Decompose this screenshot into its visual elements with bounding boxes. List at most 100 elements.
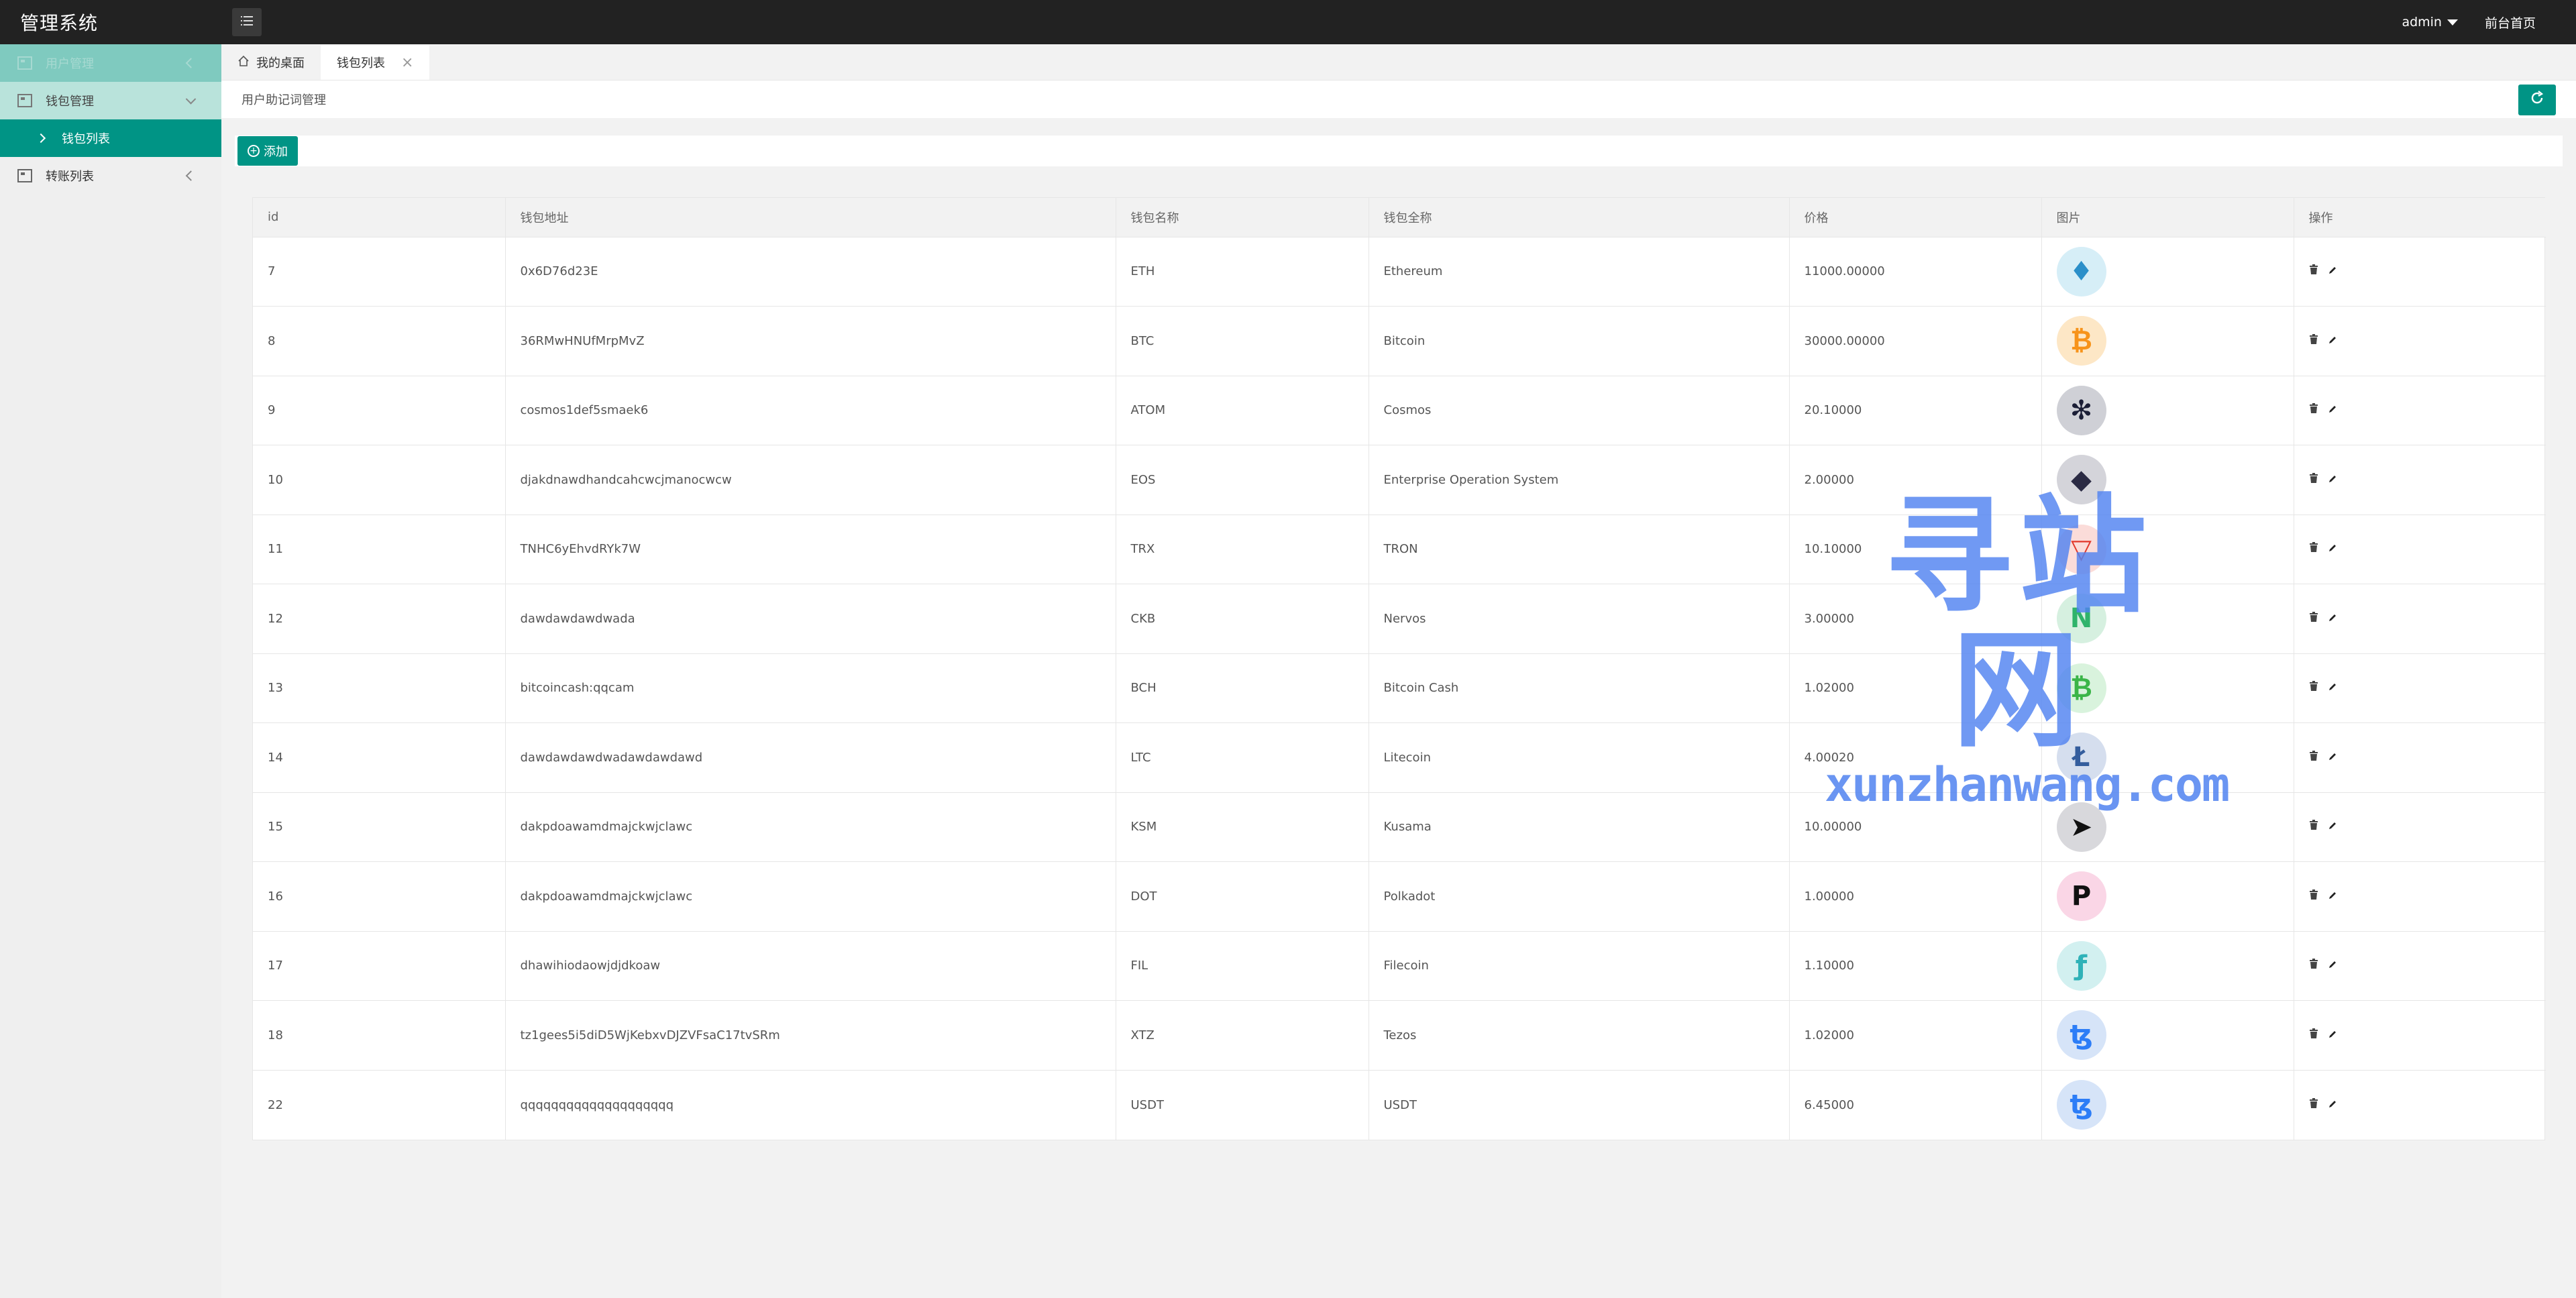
trash-icon[interactable] [2309, 1097, 2318, 1112]
plus-circle-icon: + [248, 145, 260, 157]
cell-address: dakpdoawamdmajckwjclawc [505, 861, 1116, 931]
edit-icon[interactable] [2328, 612, 2337, 626]
column-header[interactable]: id [253, 198, 506, 237]
trash-icon[interactable] [2309, 820, 2318, 834]
section-header: 用户助记词管理 [221, 80, 2576, 118]
cell-price: 2.00000 [1789, 445, 2042, 515]
table-row: 17 dhawihiodaowjdjdkoaw FIL Filecoin 1.10000… [253, 930, 2546, 1001]
cell-actions [2294, 930, 2546, 1001]
cell-actions [2294, 722, 2546, 792]
cell-actions [2294, 653, 2546, 723]
cell-fullname: Filecoin [1368, 930, 1790, 1001]
cell-image: N [2041, 584, 2294, 653]
table-row: 8 36RMwHNUfMrpMvZ BTC Bitcoin 30000.00000 ₿ [253, 306, 2546, 376]
coin-glyph: ♦ [2069, 256, 2094, 287]
coin-glyph: ꜩ [2070, 1089, 2093, 1120]
cell-fullname: Bitcoin [1368, 306, 1790, 376]
cell-name: EOS [1116, 445, 1369, 515]
edit-icon[interactable] [2328, 542, 2337, 556]
user-menu[interactable]: admin [2402, 15, 2458, 30]
cell-image: ꜩ [2041, 1000, 2294, 1070]
cell-id: 8 [253, 306, 506, 376]
trash-icon[interactable] [2309, 611, 2318, 626]
add-button[interactable]: + 添加 [237, 136, 298, 166]
frontend-home-link[interactable]: 前台首页 [2485, 13, 2536, 32]
sidebar-item-wallet-management[interactable]: 钱包管理 [0, 82, 221, 119]
cell-fullname: Nervos [1368, 584, 1790, 653]
cell-image: ✻ [2041, 375, 2294, 445]
tab-wallet-list[interactable]: 钱包列表 × [321, 45, 430, 80]
column-header[interactable]: 钱包全称 [1368, 198, 1790, 237]
cell-image: ꜩ [2041, 1069, 2294, 1140]
edit-icon[interactable] [2328, 403, 2337, 417]
coin-glyph: ₿ [2070, 325, 2092, 357]
trash-icon[interactable] [2309, 542, 2318, 556]
cell-actions [2294, 306, 2546, 376]
cell-name: BTC [1116, 306, 1369, 376]
cell-name: TRX [1116, 514, 1369, 584]
toolbar: + 添加 [235, 136, 2563, 166]
cell-fullname: Cosmos [1368, 375, 1790, 445]
edit-icon[interactable] [2328, 1098, 2337, 1112]
bitcoin-cash-icon: ₿ [2056, 663, 2106, 713]
coin-glyph: ꜩ [2070, 1020, 2093, 1051]
trash-icon[interactable] [2309, 333, 2318, 348]
cell-address: cosmos1def5smaek6 [505, 375, 1116, 445]
column-header[interactable]: 图片 [2041, 198, 2294, 237]
cell-address: dawdawdawdwadawdawdawd [505, 722, 1116, 792]
column-header[interactable]: 钱包名称 [1116, 198, 1369, 237]
menu-toggle-button[interactable] [232, 8, 262, 36]
column-header[interactable]: 钱包地址 [505, 198, 1116, 237]
cell-fullname: Enterprise Operation System [1368, 445, 1790, 515]
coin-glyph: ✻ [2070, 394, 2093, 426]
edit-icon[interactable] [2328, 473, 2337, 487]
sidebar-item-user-management[interactable]: 用户管理 [0, 44, 221, 82]
edit-icon[interactable] [2328, 334, 2337, 348]
cell-address: dawdawdawdwada [505, 584, 1116, 653]
cell-address: dakpdoawamdmajckwjclawc [505, 792, 1116, 862]
trash-icon[interactable] [2309, 889, 2318, 904]
trash-icon[interactable] [2309, 264, 2318, 278]
trash-icon[interactable] [2309, 403, 2318, 417]
cell-actions [2294, 584, 2546, 653]
trash-icon[interactable] [2309, 472, 2318, 487]
sidebar-item-wallet-list[interactable]: 钱包列表 [0, 119, 221, 157]
cell-address: qqqqqqqqqqqqqqqqqqqq [505, 1069, 1116, 1140]
sidebar-item-label: 钱包列表 [62, 132, 110, 146]
sidebar-item-label: 转账列表 [46, 170, 94, 184]
edit-icon[interactable] [2328, 959, 2337, 973]
coin-glyph: ▽ [2071, 533, 2092, 565]
bitcoin-icon: ₿ [2056, 316, 2106, 366]
cell-id: 7 [253, 236, 506, 307]
column-header[interactable]: 价格 [1789, 198, 2042, 237]
eos-icon: ◆ [2056, 455, 2106, 505]
column-header[interactable]: 操作 [2294, 198, 2546, 237]
cell-address: djakdnawdhandcahcwcjmanocwcw [505, 445, 1116, 515]
sidebar-item-transfer-list[interactable]: 转账列表 [0, 157, 221, 195]
cell-image: ➤ [2041, 792, 2294, 862]
refresh-button[interactable] [2518, 85, 2556, 115]
edit-icon[interactable] [2328, 751, 2337, 765]
trash-icon[interactable] [2309, 750, 2318, 765]
trash-icon[interactable] [2309, 959, 2318, 973]
cell-actions [2294, 236, 2546, 307]
trash-icon[interactable] [2309, 681, 2318, 695]
menu-icon [241, 15, 253, 29]
add-button-label: 添加 [264, 145, 288, 159]
cell-image: ▽ [2041, 514, 2294, 584]
chevron-right-icon [36, 133, 46, 144]
tab-my-desktop[interactable]: 我的桌面 [221, 45, 321, 80]
trash-icon[interactable] [2309, 1028, 2318, 1042]
cell-name: BCH [1116, 653, 1369, 723]
tab-label: 我的桌面 [256, 56, 305, 70]
edit-icon[interactable] [2328, 889, 2337, 904]
edit-icon[interactable] [2328, 820, 2337, 834]
close-icon[interactable]: × [401, 54, 413, 71]
edit-icon[interactable] [2328, 264, 2337, 278]
edit-icon[interactable] [2328, 1028, 2337, 1042]
edit-icon[interactable] [2328, 681, 2337, 695]
cell-id: 12 [253, 584, 506, 653]
table-row: 7 0x6D76d23E ETH Ethereum 11000.00000 ♦ [253, 236, 2546, 307]
cell-name: CKB [1116, 584, 1369, 653]
table-row: 18 tz1gees5i5diD5WjKebxvDJZVFsaC17tvSRm XT… [253, 1000, 2546, 1070]
